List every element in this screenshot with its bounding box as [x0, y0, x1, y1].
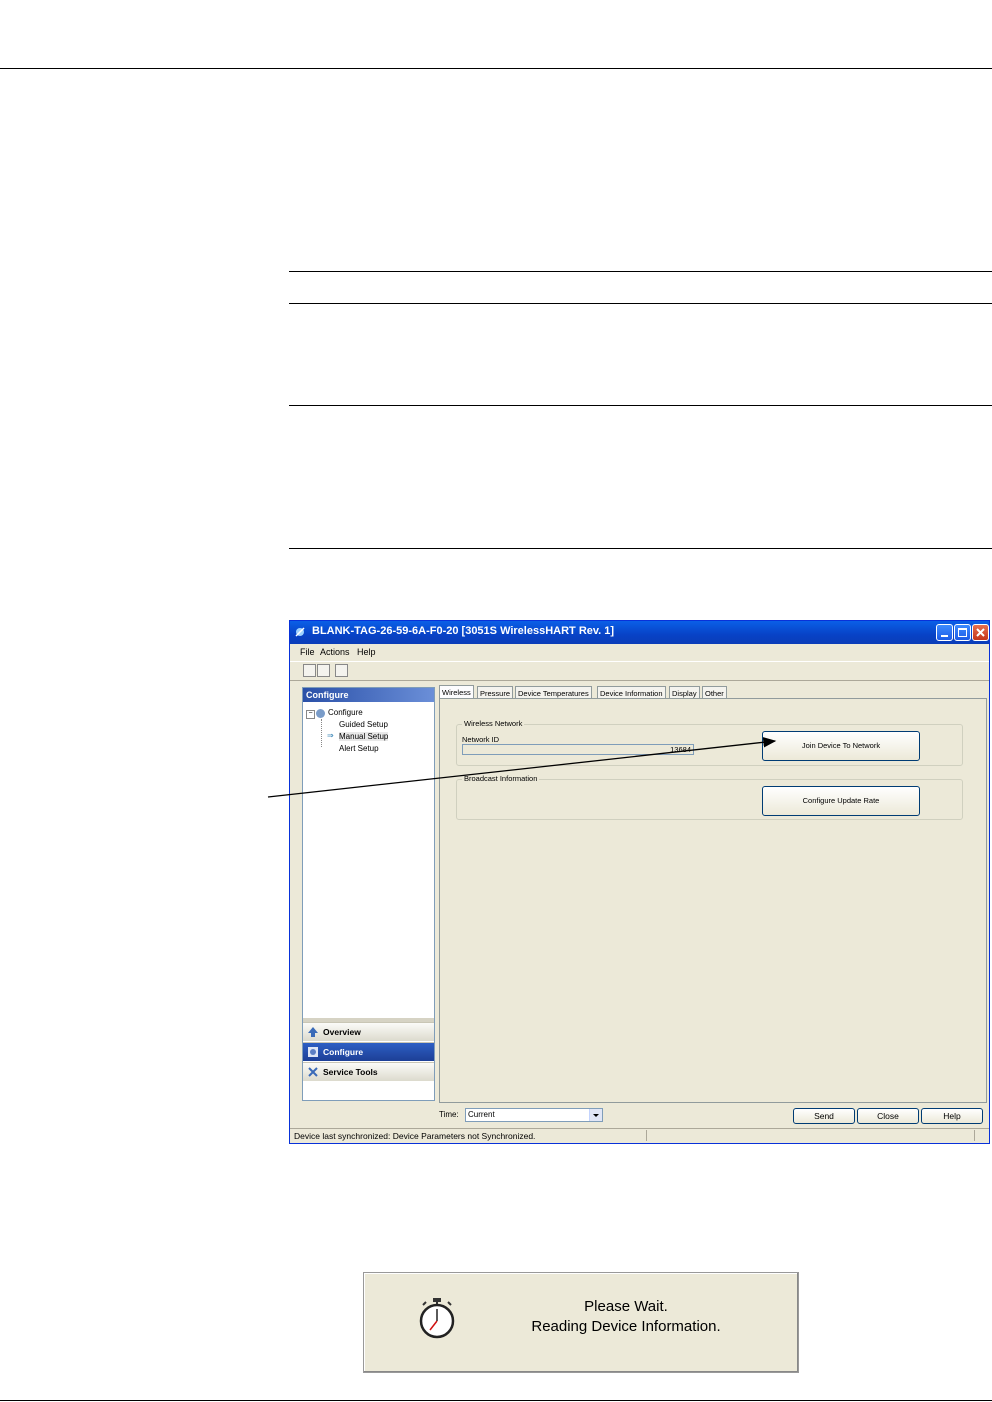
stopwatch-icon [419, 1298, 455, 1339]
network-id-label: Network ID [462, 735, 500, 744]
close-button[interactable]: Close [857, 1108, 919, 1124]
maximize-icon [958, 628, 967, 637]
wireless-tab-content: Wireless Network Network ID 13684 Join D… [439, 698, 987, 1103]
please-wait-dialog: Please Wait. Reading Device Information. [363, 1272, 799, 1373]
wireless-network-label: Wireless Network [462, 719, 525, 728]
menu-file[interactable]: File [300, 647, 315, 657]
arrow-right-icon: ⇒ [327, 731, 334, 740]
wireless-network-group: Wireless Network Network ID 13684 Join D… [456, 719, 963, 766]
tree-connector [321, 719, 322, 747]
send-button[interactable]: Send [793, 1108, 855, 1124]
maximize-button[interactable] [954, 624, 971, 641]
nav-configure-label: Configure [323, 1047, 364, 1057]
footer-rule [0, 1400, 992, 1401]
minimize-button[interactable] [936, 624, 953, 641]
toolbar [290, 661, 989, 681]
nav-service-tools[interactable]: Service Tools [303, 1062, 434, 1081]
time-select[interactable]: Current [465, 1108, 603, 1122]
tree-root-configure[interactable]: Configure [328, 708, 363, 717]
close-label: Close [877, 1111, 899, 1121]
print-preview-icon[interactable] [317, 664, 330, 677]
time-select-value: Current [468, 1110, 495, 1119]
nav-service-tools-label: Service Tools [323, 1067, 378, 1077]
header-rule [0, 68, 992, 69]
configure-update-rate-button[interactable]: Configure Update Rate [762, 786, 920, 816]
nav-configure[interactable]: Configure [303, 1042, 434, 1061]
dropdown-arrow-icon[interactable] [589, 1109, 602, 1121]
help-label: Help [943, 1111, 961, 1121]
print-icon[interactable] [303, 664, 316, 677]
service-tools-icon [308, 1067, 318, 1077]
context-help-icon[interactable] [335, 664, 348, 677]
send-label: Send [814, 1111, 834, 1121]
menu-bar: File Actions Help [290, 644, 989, 660]
title-bar[interactable]: BLANK-TAG-26-59-6A-F0-20 [3051S Wireless… [290, 621, 989, 644]
tab-wireless[interactable]: Wireless [439, 685, 474, 699]
status-bar: Device last synchronized: Device Paramet… [290, 1128, 989, 1143]
broadcast-information-group: Broadcast Information Configure Update R… [456, 774, 963, 820]
application-window: BLANK-TAG-26-59-6A-F0-20 [3051S Wireless… [289, 620, 990, 1144]
nav-overview-label: Overview [323, 1027, 361, 1037]
tree-item-alert-setup[interactable]: Alert Setup [339, 744, 379, 753]
network-id-field[interactable]: 13684 [462, 744, 694, 755]
collapse-icon[interactable]: − [306, 710, 315, 719]
time-label: Time: [439, 1110, 459, 1119]
menu-help[interactable]: Help [357, 647, 376, 657]
join-device-to-network-button[interactable]: Join Device To Network [762, 731, 920, 761]
broadcast-information-label: Broadcast Information [462, 774, 540, 783]
help-button[interactable]: Help [921, 1108, 983, 1124]
bottom-controls: Time: Current Send Close Help [290, 1108, 989, 1126]
close-icon [976, 628, 985, 637]
status-cell-1 [646, 1130, 647, 1141]
overview-icon [308, 1027, 318, 1037]
status-text: Device last synchronized: Device Paramet… [294, 1131, 536, 1141]
window-title: BLANK-TAG-26-59-6A-F0-20 [3051S Wireless… [312, 625, 615, 637]
left-panel-header: Configure [303, 688, 434, 702]
tree-item-guided-setup[interactable]: Guided Setup [339, 720, 388, 729]
close-window-button[interactable] [972, 624, 989, 641]
section-rule-2 [289, 303, 992, 304]
section-rule-3 [289, 405, 992, 406]
minimize-icon [941, 635, 948, 637]
join-button-label: Join Device To Network [801, 741, 881, 750]
left-panel: Configure − Configure Guided Setup ⇒ Man… [302, 687, 435, 1101]
configure-globe-icon [316, 709, 325, 718]
wait-message: Please Wait. Reading Device Information. [482, 1297, 770, 1337]
wait-line-1: Please Wait. [584, 1298, 668, 1315]
update-rate-button-label: Configure Update Rate [802, 796, 880, 805]
app-icon [295, 627, 305, 637]
configure-icon [308, 1047, 318, 1057]
status-cell-2 [974, 1130, 975, 1141]
section-rule-1 [289, 271, 992, 272]
network-id-value: 13684 [670, 745, 691, 754]
tree-item-manual-setup[interactable]: Manual Setup [339, 732, 389, 741]
wait-line-2: Reading Device Information. [531, 1318, 721, 1335]
section-rule-4 [289, 548, 992, 549]
nav-overview[interactable]: Overview [303, 1022, 434, 1041]
menu-actions[interactable]: Actions [320, 647, 350, 657]
